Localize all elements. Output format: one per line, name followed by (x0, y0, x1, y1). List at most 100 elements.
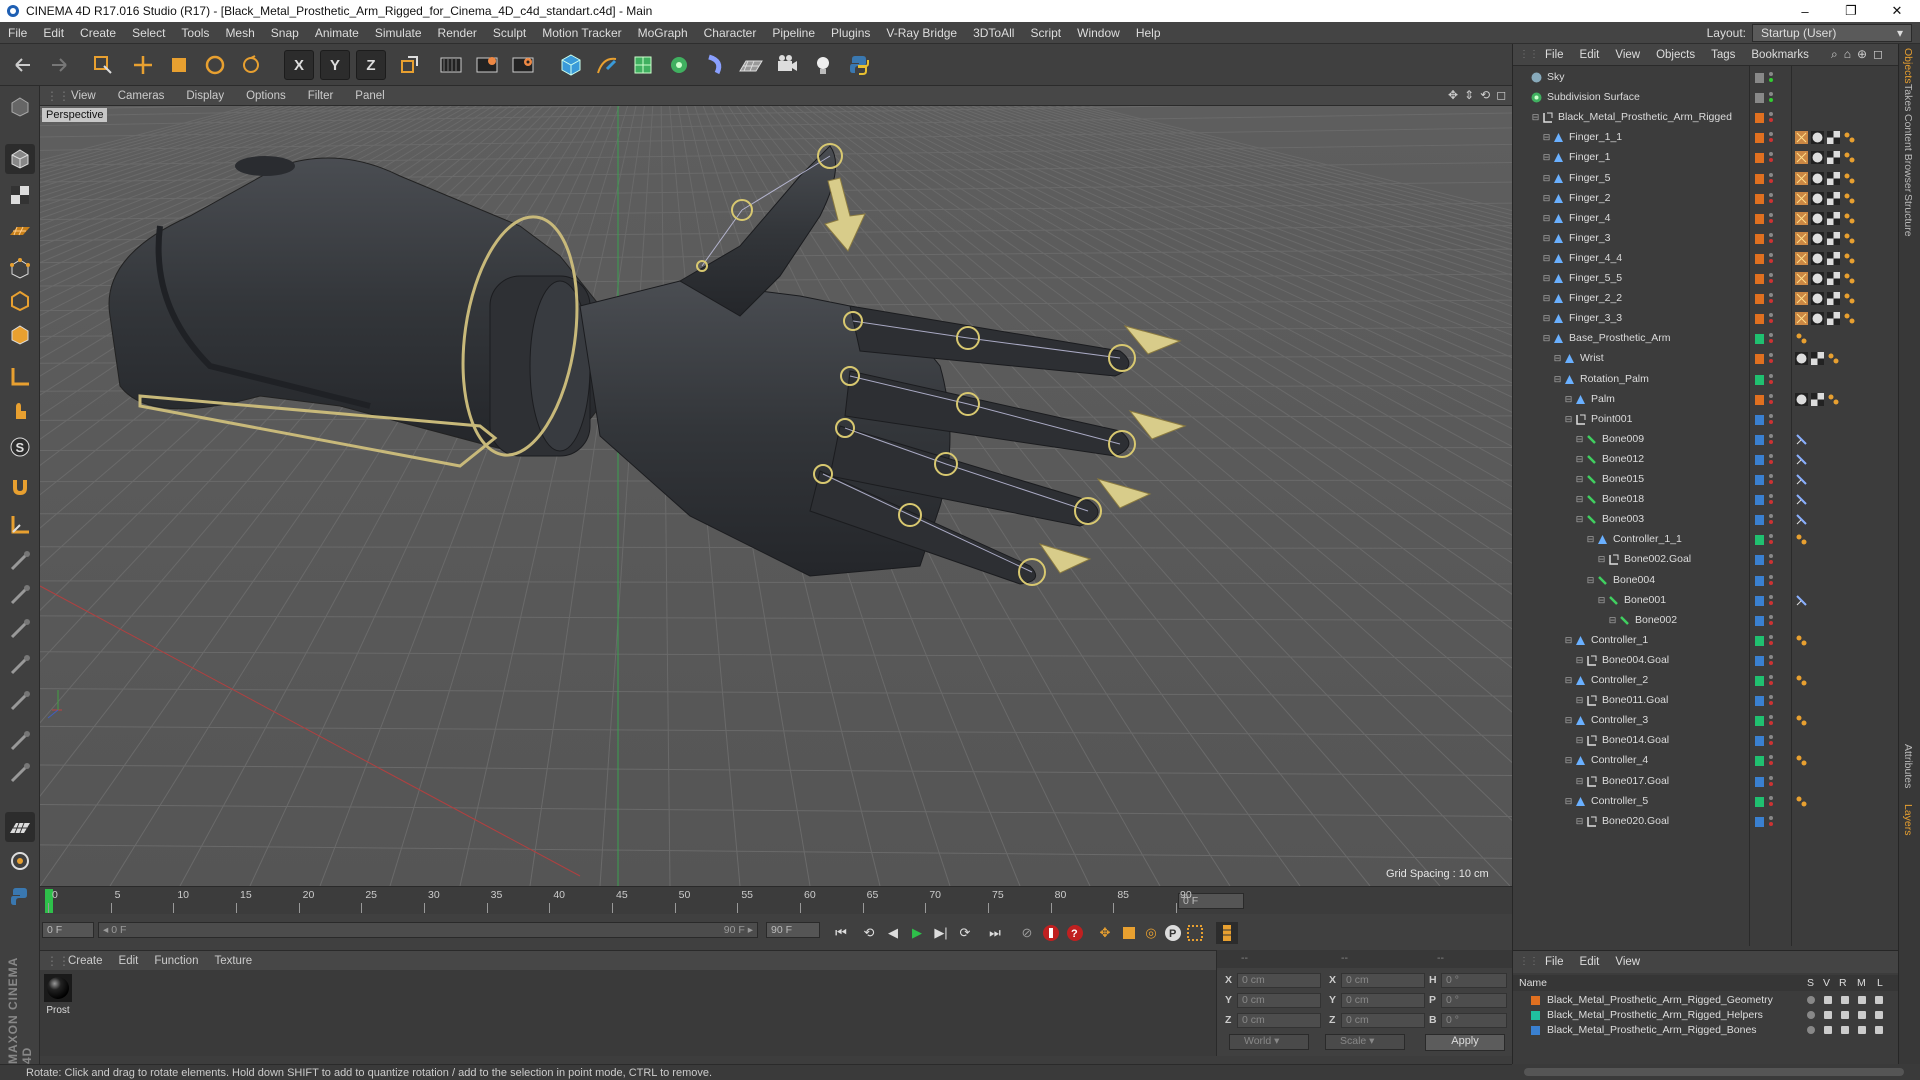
expand-toggle-icon[interactable]: ⊟ (1541, 132, 1552, 143)
material-menu-create[interactable]: Create (60, 955, 111, 967)
visibility-dots[interactable] (1769, 473, 1775, 487)
layer-color-swatch[interactable] (1755, 93, 1764, 104)
object-tags[interactable] (1795, 272, 1856, 285)
object-row[interactable]: ⊟ Finger_2 (1513, 189, 1899, 209)
frame-range-slider[interactable]: ◂ 0 F 90 F ▸ (98, 922, 758, 938)
z-axis-lock-button[interactable]: Z (356, 50, 386, 80)
layer-row[interactable]: Black_Metal_Prosthetic_Arm_Rigged_Helper… (1513, 1008, 1899, 1023)
snap-icon[interactable]: S (5, 432, 35, 462)
object-name[interactable]: Bone002 (1635, 614, 1677, 626)
object-row[interactable]: ⊟ Bone004.Goal (1513, 651, 1899, 671)
drag-handle-icon[interactable]: ⋮⋮ (1519, 49, 1539, 60)
material-menu-function[interactable]: Function (146, 955, 206, 967)
expand-toggle-icon[interactable]: ⊟ (1574, 514, 1585, 525)
object-name[interactable]: Bone002.Goal (1624, 553, 1691, 565)
layer-color-swatch[interactable] (1755, 193, 1764, 204)
expand-toggle-icon[interactable]: ⊟ (1541, 293, 1552, 304)
object-row[interactable]: ⊟ Bone017.Goal (1513, 772, 1899, 792)
object-row[interactable]: ⊟ Bone009 (1513, 430, 1899, 450)
object-row[interactable]: ⊟ Bone003 (1513, 510, 1899, 530)
object-name[interactable]: Bone018 (1602, 493, 1644, 505)
layer-color-swatch[interactable] (1755, 696, 1764, 707)
deformer-icon[interactable] (700, 50, 730, 80)
apply-button[interactable]: Apply (1425, 1034, 1505, 1051)
side-tab-structure[interactable]: Structure (1902, 194, 1914, 237)
expand-toggle-icon[interactable]: ⊟ (1574, 474, 1585, 485)
viewport-menu-cameras[interactable]: Cameras (107, 90, 176, 102)
floor-icon[interactable] (736, 50, 766, 80)
object-tags[interactable] (1795, 191, 1856, 205)
expand-toggle-icon[interactable]: ⊟ (1607, 615, 1618, 626)
object-name[interactable]: Controller_5 (1591, 795, 1648, 807)
viewport-menu-display[interactable]: Display (175, 90, 235, 102)
live-selection-icon[interactable] (88, 50, 118, 80)
viewport-menu-panel[interactable]: Panel (344, 90, 395, 102)
object-name[interactable]: Bone001 (1624, 594, 1666, 606)
layer-render-toggle[interactable] (1841, 1026, 1849, 1034)
viewport-scene[interactable] (40, 106, 1512, 886)
object-name[interactable]: Bone011.Goal (1602, 694, 1668, 706)
object-menu-objects[interactable]: Objects (1648, 49, 1703, 61)
menu-plugins[interactable]: Plugins (823, 26, 878, 40)
spline-pen-icon[interactable] (592, 50, 622, 80)
object-name[interactable]: Finger_2 (1569, 192, 1610, 204)
menu-motion-tracker[interactable]: Motion Tracker (534, 26, 629, 40)
rotate-tool-icon[interactable] (200, 50, 230, 80)
material-thumbnail[interactable]: Prost (44, 974, 72, 1016)
layer-name[interactable]: Black_Metal_Prosthetic_Arm_Rigged_Bones (1547, 1024, 1757, 1036)
start-frame-field[interactable]: 0 F (42, 922, 94, 938)
ik-chain-tag-icon[interactable] (1795, 594, 1808, 610)
visibility-dots[interactable] (1769, 352, 1775, 366)
object-menu-tags[interactable]: Tags (1703, 49, 1743, 61)
layer-color-swatch[interactable] (1755, 113, 1764, 124)
key-rotation-icon[interactable]: ◎ (1140, 922, 1162, 944)
visibility-dots[interactable] (1769, 232, 1775, 246)
layer-color-swatch[interactable] (1755, 816, 1764, 827)
edges-mode-icon[interactable] (5, 286, 35, 316)
expand-toggle-icon[interactable]: ⊟ (1574, 454, 1585, 465)
pan-icon[interactable]: ✥ (1448, 88, 1458, 104)
ik-tag-icon[interactable] (1795, 674, 1808, 690)
python-script-icon[interactable] (5, 882, 35, 912)
object-name[interactable]: Bone014.Goal (1602, 734, 1669, 746)
perspective-viewport[interactable] (40, 106, 1512, 886)
visibility-dots[interactable] (1769, 614, 1775, 628)
object-name[interactable]: Bone012 (1602, 453, 1644, 465)
menu-snap[interactable]: Snap (263, 26, 307, 40)
visibility-dots[interactable] (1769, 192, 1775, 206)
object-menu-file[interactable]: File (1537, 49, 1572, 61)
ik-tag-icon[interactable] (1795, 332, 1808, 348)
expand-toggle-icon[interactable]: ⊟ (1574, 816, 1585, 827)
layer-color-swatch[interactable] (1755, 495, 1764, 506)
object-name[interactable]: Finger_4 (1569, 212, 1610, 224)
expand-toggle-icon[interactable]: ⊟ (1563, 394, 1574, 405)
object-row[interactable]: ⊟ Controller_3 (1513, 711, 1899, 731)
move-tool-icon[interactable] (128, 50, 158, 80)
object-row[interactable]: ⊟ Finger_3_3 (1513, 309, 1899, 329)
menu-render[interactable]: Render (430, 26, 485, 40)
go-to-start-icon[interactable]: ⏮ (830, 922, 852, 944)
search-icon[interactable]: ⌕ (1831, 47, 1838, 62)
layer-solo-toggle[interactable] (1807, 1026, 1815, 1034)
layer-color-swatch[interactable] (1755, 655, 1764, 666)
sculpt-brush-icon-7[interactable] (5, 758, 35, 788)
layer-locked-toggle[interactable] (1875, 1011, 1883, 1019)
visibility-dots[interactable] (1769, 493, 1775, 507)
object-name[interactable]: Finger_1 (1569, 151, 1610, 163)
visibility-dots[interactable] (1769, 292, 1775, 306)
object-name[interactable]: Bone003 (1602, 513, 1644, 525)
side-tab-objects[interactable]: Objects (1902, 48, 1914, 84)
model-mode-icon[interactable] (5, 144, 35, 174)
visibility-dots[interactable] (1769, 694, 1775, 708)
object-tags[interactable] (1795, 151, 1856, 165)
workplane-mode-icon[interactable] (5, 216, 35, 246)
layer-visible-toggle[interactable] (1824, 1011, 1832, 1019)
visibility-dots[interactable] (1769, 151, 1775, 165)
object-row[interactable]: ⊟ Bone004 (1513, 571, 1899, 591)
visibility-dots[interactable] (1769, 594, 1775, 608)
layer-color-swatch[interactable] (1755, 535, 1764, 546)
expand-toggle-icon[interactable]: ⊟ (1596, 554, 1607, 565)
object-name[interactable]: Finger_5 (1569, 172, 1610, 184)
layer-color-swatch[interactable] (1755, 274, 1764, 284)
ik-tag-icon[interactable] (1795, 533, 1808, 549)
